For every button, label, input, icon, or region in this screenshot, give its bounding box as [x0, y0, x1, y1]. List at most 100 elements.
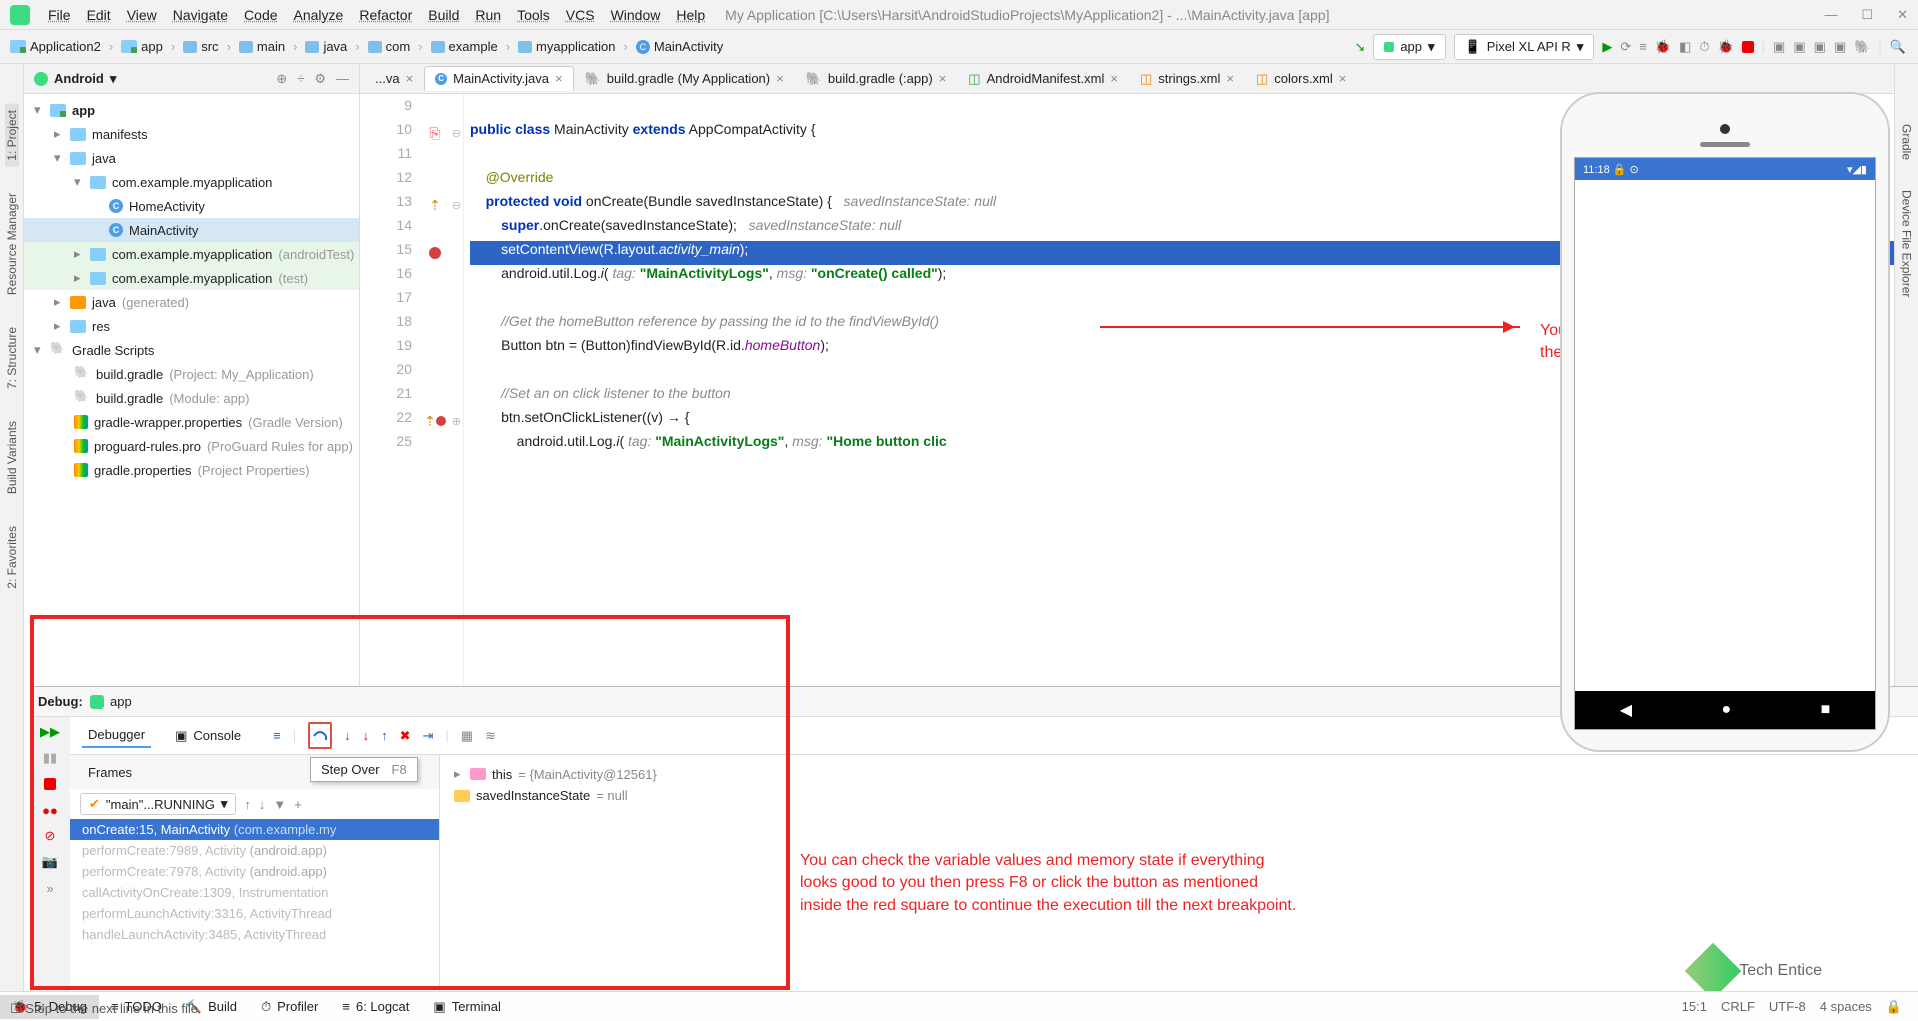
tab-colors-xml[interactable]: ◫colors.xml× [1245, 66, 1357, 92]
thread-combo[interactable]: ✔"main"...RUNNING ▾ [80, 793, 236, 815]
tree-node-gradle-scripts[interactable]: ▾Gradle Scripts [24, 338, 359, 362]
crumb-example[interactable]: example [425, 37, 504, 56]
status-encoding[interactable]: UTF-8 [1769, 999, 1806, 1015]
tree-node-res[interactable]: ▸res [24, 314, 359, 338]
tree-node-java-generated[interactable]: ▸java (generated) [24, 290, 359, 314]
collapse-all-icon[interactable]: ÷ [297, 71, 304, 87]
tree-node-build-gradle-project[interactable]: build.gradle (Project: My_Application) [24, 362, 359, 386]
frame-item[interactable]: performCreate:7978, Activity (android.ap… [70, 861, 439, 882]
menu-tools[interactable]: Tools [509, 4, 558, 26]
breakpoint-icon[interactable] [436, 416, 446, 426]
select-opened-file-icon[interactable]: ⊕ [276, 71, 287, 87]
tab-build-gradle-project[interactable]: 🐘build.gradle (My Application)× [574, 66, 795, 92]
view-breakpoints-icon[interactable]: ●● [41, 801, 59, 819]
crumb-java[interactable]: java [299, 37, 353, 56]
bottom-tool-profiler[interactable]: ⏱ Profiler [249, 995, 330, 1019]
settings-icon[interactable]: » [41, 879, 59, 897]
resume-program-icon[interactable]: ▶▶ [41, 723, 59, 741]
tree-node-homeactivity[interactable]: CHomeActivity [24, 194, 359, 218]
frame-item[interactable]: callActivityOnCreate:1309, Instrumentati… [70, 882, 439, 903]
back-button-icon[interactable]: ◀ [1620, 700, 1632, 720]
show-execution-point-icon[interactable]: ≡ [273, 728, 281, 743]
add-icon[interactable]: + [294, 797, 302, 812]
menu-code[interactable]: Code [236, 4, 285, 26]
attach-debugger-icon[interactable]: 🐞 [1717, 39, 1733, 55]
tab-build-gradle-app[interactable]: 🐘build.gradle (:app)× [795, 66, 958, 92]
menu-navigate[interactable]: Navigate [165, 4, 236, 26]
next-frame-icon[interactable]: ↓ [259, 797, 266, 812]
menu-vcs[interactable]: VCS [558, 4, 603, 26]
rail-favorites[interactable]: 2: Favorites [5, 520, 19, 595]
crumb-application2[interactable]: Application2 [4, 37, 107, 56]
tree-node-mainactivity[interactable]: CMainActivity [24, 218, 359, 242]
tree-node-package-androidtest[interactable]: ▸com.example.myapplication (androidTest) [24, 242, 359, 266]
menu-run[interactable]: Run [467, 4, 509, 26]
tree-node-package-main[interactable]: ▾com.example.myapplication [24, 170, 359, 194]
frame-list[interactable]: onCreate:15, MainActivity (com.example.m… [70, 819, 439, 991]
search-everywhere-icon[interactable]: 🔍 [1890, 39, 1906, 55]
crumb-mainactivity[interactable]: CMainActivity [630, 37, 729, 56]
tree-node-java[interactable]: ▾java [24, 146, 359, 170]
menu-file[interactable]: File [40, 4, 79, 26]
maximize-icon[interactable]: ☐ [1861, 7, 1873, 23]
tree-node-package-test[interactable]: ▸com.example.myapplication (test) [24, 266, 359, 290]
tab-androidmanifest[interactable]: ◫AndroidManifest.xml× [957, 66, 1129, 92]
rail-resource-manager[interactable]: Resource Manager [5, 187, 19, 301]
run-configuration-combo[interactable]: app ▾ [1373, 34, 1445, 60]
status-readonly-icon[interactable]: 🔒 [1886, 999, 1902, 1015]
variable-row[interactable]: savedInstanceState = null [452, 785, 1906, 806]
close-icon[interactable]: ✕ [1897, 7, 1908, 23]
status-line-ending[interactable]: CRLF [1721, 999, 1755, 1015]
debug-button-icon[interactable]: 🐞 [1655, 39, 1671, 55]
tab-truncated[interactable]: ...va× [364, 66, 424, 91]
evaluate-expression-icon[interactable]: ▦ [461, 728, 473, 744]
home-button-icon[interactable]: ● [1721, 701, 1731, 719]
rail-structure[interactable]: 7: Structure [5, 321, 19, 395]
debug-panel-app-name[interactable]: app [110, 694, 132, 709]
crumb-app[interactable]: app [115, 37, 169, 56]
run-button-icon[interactable]: ▶ [1602, 39, 1612, 55]
menu-help[interactable]: Help [668, 4, 713, 26]
tree-node-gradle-properties[interactable]: gradle.properties (Project Properties) [24, 458, 359, 482]
emulator-screen[interactable]: 11:18 🔒 ⊙ ▾◢▮ ◀ ● ■ [1574, 157, 1876, 730]
recent-button-icon[interactable]: ■ [1821, 701, 1831, 719]
stop-button-icon[interactable] [1742, 41, 1754, 53]
avd-manager-icon[interactable]: ▣ [1773, 39, 1785, 55]
prev-frame-icon[interactable]: ↑ [244, 797, 251, 812]
pause-icon[interactable]: ▮▮ [41, 749, 59, 767]
frame-item[interactable]: onCreate:15, MainActivity (com.example.m… [70, 819, 439, 840]
minimize-icon[interactable]: — [1824, 7, 1837, 23]
variable-row[interactable]: ▸this = {MainActivity@12561} [452, 763, 1906, 785]
step-into-icon[interactable]: ↓ [344, 728, 351, 743]
apply-code-changes-icon[interactable]: ≡ [1639, 39, 1647, 54]
menu-refactor[interactable]: Refactor [351, 4, 420, 26]
tree-node-wrapper-properties[interactable]: gradle-wrapper.properties (Gradle Versio… [24, 410, 359, 434]
frame-item[interactable]: handleLaunchActivity:3485, ActivityThrea… [70, 924, 439, 945]
force-step-into-icon[interactable]: ↓ [363, 728, 370, 743]
menu-view[interactable]: View [119, 4, 165, 26]
status-indent[interactable]: 4 spaces [1820, 999, 1872, 1015]
tree-node-manifests[interactable]: ▸manifests [24, 122, 359, 146]
android-navbar[interactable]: ◀ ● ■ [1575, 691, 1875, 729]
tree-node-proguard[interactable]: proguard-rules.pro (ProGuard Rules for a… [24, 434, 359, 458]
rail-build-variants[interactable]: Build Variants [5, 415, 19, 500]
bottom-tool-logcat[interactable]: ≡ 6: Logcat [330, 995, 421, 1018]
build-icon[interactable]: ↘ [1354, 39, 1365, 55]
layout-inspector-icon[interactable]: ▣ [1814, 39, 1826, 55]
run-to-cursor-icon[interactable]: ⇥ [423, 728, 434, 744]
menu-window[interactable]: Window [603, 4, 669, 26]
settings-icon[interactable]: ⚙ [314, 71, 326, 87]
rail-project[interactable]: 1: Project [5, 104, 19, 167]
tab-mainactivity[interactable]: CMainActivity.java× [424, 66, 573, 91]
bottom-tool-terminal[interactable]: ▣ Terminal [421, 995, 512, 1019]
get-thread-dump-icon[interactable]: 📷 [41, 853, 59, 871]
sync-gradle-icon[interactable]: 🐘 [1854, 39, 1870, 55]
menu-build[interactable]: Build [420, 4, 467, 26]
step-over-icon[interactable] [308, 722, 332, 749]
apply-changes-icon[interactable]: ⟳ [1620, 39, 1631, 55]
frame-item[interactable]: performCreate:7989, Activity (android.ap… [70, 840, 439, 861]
filter-icon[interactable]: ▼ [273, 797, 286, 812]
stop-icon[interactable] [41, 775, 59, 793]
menu-edit[interactable]: Edit [79, 4, 119, 26]
resource-manager-icon[interactable]: ▣ [1834, 39, 1846, 55]
